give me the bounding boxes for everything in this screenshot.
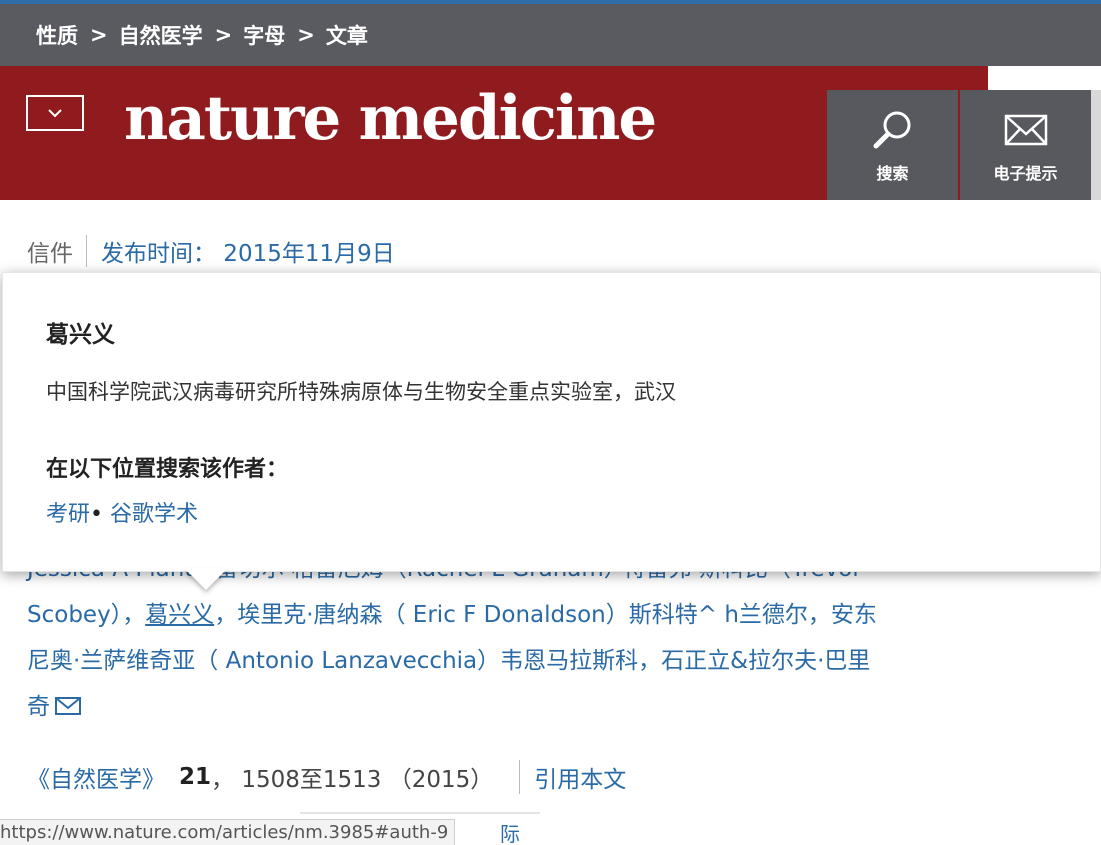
popover-search-heading: 在以下位置搜索该作者： xyxy=(46,457,289,482)
breadcrumb-separator: > xyxy=(90,23,108,47)
corresponding-author-mail-icon[interactable] xyxy=(54,687,82,733)
envelope-icon xyxy=(1004,114,1047,146)
breadcrumb-item-nature[interactable]: 性质 xyxy=(36,20,78,50)
author-popover: 葛兴义 中国科学院武汉病毒研究所特殊病原体与生物安全重点实验室，武汉 在以下位置… xyxy=(2,272,1101,572)
article-meta: 信件 发布时间： 2015年11月9日 xyxy=(27,234,395,268)
author-link[interactable]: ，埃里克·唐纳森（ Eric F Donaldson）斯科特^ h兰德尔，安东 xyxy=(214,602,877,628)
breadcrumb-item-letters[interactable]: 字母 xyxy=(243,20,285,50)
metrics-link-fragment[interactable]: 际 xyxy=(500,818,520,845)
journal-logo[interactable]: nature medicine xyxy=(124,83,657,154)
header-edge xyxy=(1091,90,1101,200)
popover-author-name: 葛兴义 xyxy=(46,322,115,348)
email-alerts-label: 电子提示 xyxy=(993,164,1058,183)
popover-affiliation: 中国科学院武汉病毒研究所特殊病原体与生物安全重点实验室，武汉 xyxy=(46,380,676,404)
author-line-3: 奇 xyxy=(27,684,987,733)
breadcrumb-item-article[interactable]: 文章 xyxy=(326,20,368,50)
author-separator: ， xyxy=(122,602,146,628)
divider xyxy=(519,760,521,794)
breadcrumb-item-nature-medicine[interactable]: 自然医学 xyxy=(119,20,203,50)
menu-toggle-button[interactable] xyxy=(26,95,84,131)
breadcrumb: 性质 > 自然医学 > 字母 > 文章 xyxy=(0,4,1101,66)
breadcrumb-separator: > xyxy=(297,23,315,47)
popover-caret xyxy=(184,568,228,590)
pages: ， 1508至1513 （2015） xyxy=(211,767,494,793)
author-link[interactable]: 奇 xyxy=(27,694,50,720)
author-link-active[interactable]: 葛兴义 xyxy=(145,602,214,628)
chevron-down-icon xyxy=(48,109,62,118)
article-type: 信件 xyxy=(27,241,73,267)
author-line-1: Scobey），葛兴义，埃里克·唐纳森（ Eric F Donaldson）斯科… xyxy=(27,592,987,638)
search-link-google-scholar[interactable]: 谷歌学术 xyxy=(110,502,198,527)
header-gap xyxy=(988,66,1101,90)
email-alerts-button[interactable]: 电子提示 xyxy=(960,90,1091,200)
author-link[interactable]: Scobey） xyxy=(27,602,122,628)
search-link-pubmed[interactable]: 考研 xyxy=(46,502,90,527)
search-button[interactable]: 搜索 xyxy=(827,90,958,200)
breadcrumb-separator: > xyxy=(214,23,233,47)
citation-line: 《自然医学》 21 ， 1508至1513 （2015） 引用本文 xyxy=(27,760,626,794)
browser-status-bar: https://www.nature.com/articles/nm.3985#… xyxy=(0,819,456,845)
metrics-tab-hint xyxy=(300,812,540,814)
popover-search-links: 考研• 谷歌学术 xyxy=(46,496,198,528)
bullet-separator: • xyxy=(90,502,103,527)
volume: 21 xyxy=(179,764,212,790)
cite-article-link[interactable]: 引用本文 xyxy=(534,760,626,794)
author-list: Jessica A Plant · 雷切尔·格雷厄姆（Rachel L Grah… xyxy=(27,546,987,733)
publish-date: 发布时间： 2015年11月9日 xyxy=(101,241,395,267)
author-line-2[interactable]: 尼奥·兰萨维奇亚（ Antonio Lanzavecchia）韦恩马拉斯科，石正… xyxy=(27,638,987,684)
search-icon xyxy=(873,111,910,149)
journal-link[interactable]: 《自然医学》 xyxy=(27,760,165,794)
search-label: 搜索 xyxy=(876,164,909,183)
divider xyxy=(86,235,87,267)
